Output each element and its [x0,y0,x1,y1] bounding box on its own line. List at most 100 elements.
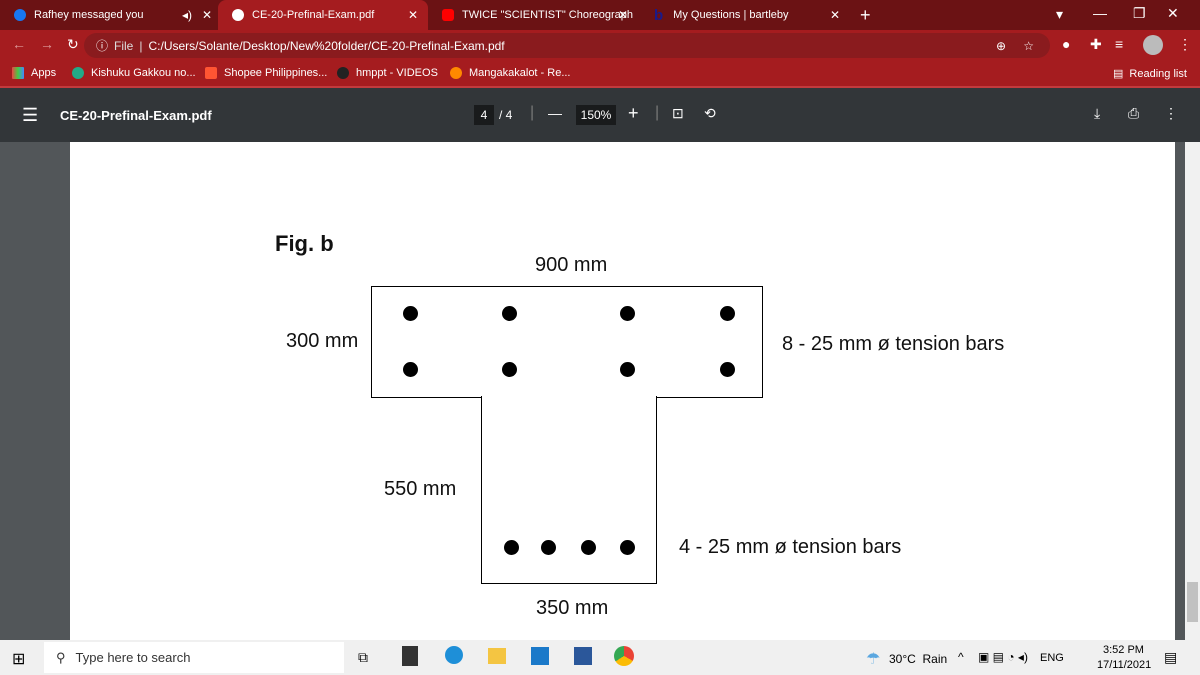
fit-page-icon[interactable]: ⊡ [672,105,684,122]
tab-pdf[interactable]: CE-20-Prefinal-Exam.pdf ✕ [218,0,428,30]
mail-icon[interactable] [531,647,549,665]
tab-youtube[interactable]: TWICE "SCIENTIST" Choreograph ✕ [428,0,638,30]
rebar-dot [403,362,418,377]
scrollbar-thumb[interactable] [1187,582,1198,622]
info-icon: ⓘ [96,39,109,53]
windows-start-icon[interactable]: ⊞ [12,649,25,669]
mangakakalot-icon [450,67,462,79]
url-text: C:/Users/Solante/Desktop/New%20folder/CE… [148,38,505,53]
bottom-bars-label: 4 - 25 mm ø tension bars [679,536,902,558]
new-tab-button[interactable]: + [860,5,871,26]
tab-facebook[interactable]: Rafhey messaged you ◂) ✕ [0,0,222,30]
bookmark-label: Apps [31,67,57,79]
bookmark-label: hmppt - VIDEOS [356,67,438,79]
notifications-icon[interactable]: ▤ [1164,649,1177,666]
close-icon[interactable]: ✕ [408,8,418,22]
reading-list-button[interactable]: ▤ Reading list [1113,67,1187,81]
restore-button[interactable]: ❐ [1133,5,1146,22]
print-icon[interactable]: ⎙ [1128,105,1139,122]
flange-depth-label: 300 mm [286,330,359,352]
reading-list-label: Reading list [1129,67,1187,80]
avatar[interactable] [1143,35,1163,55]
tab-search-icon[interactable]: ▾ [1056,6,1063,23]
puzzle-icon[interactable]: ✚ [1090,36,1102,53]
bookmark-shopee[interactable]: Shopee Philippines... [205,67,327,79]
tv-icon [72,67,84,79]
pdf-title: CE-20-Prefinal-Exam.pdf [60,108,212,123]
taskbar: ⊞ ⚲ Type here to search ⧉ ☂ 30°C Rain ^ ▣… [0,640,1200,675]
rebar-dot [504,540,519,555]
word-icon[interactable] [574,647,592,665]
rebar-dot [720,362,735,377]
language-indicator[interactable]: ENG [1040,652,1064,664]
figure-title: Fig. b [275,231,334,256]
hamburger-menu-icon[interactable]: ☰ [22,105,38,126]
zoom-out-button[interactable]: — [548,105,562,121]
zoom-level-input[interactable]: 150% [576,105,616,125]
scrollbar[interactable] [1185,142,1200,640]
zoom-in-button[interactable]: + [628,103,639,124]
rebar-dot [502,362,517,377]
rebar-dot [502,306,517,321]
close-window-button[interactable]: ✕ [1167,5,1179,22]
rebar-dot [541,540,556,555]
bookmark-mangakakalot[interactable]: Mangakakalot - Re... [450,67,571,79]
task-view-icon[interactable]: ⧉ [358,649,368,666]
clock-date[interactable]: 17/11/2021 [1097,659,1151,671]
tab-label: TWICE "SCIENTIST" Choreograph [462,9,634,21]
divider: | [655,104,660,121]
search-icon: ⚲ [56,649,66,665]
store-icon[interactable] [402,646,418,666]
rotate-icon[interactable]: ⟲ [704,105,716,122]
rebar-dot [620,362,635,377]
tray-icons[interactable]: ▣ ▤ ◔ ◂) [978,650,1028,664]
tray-chevron-icon[interactable]: ^ [958,650,964,664]
bookmark-hmppt[interactable]: hmppt - VIDEOS [337,67,438,79]
clock-time[interactable]: 3:52 PM [1103,644,1144,656]
bookmark-apps[interactable]: Apps [12,67,56,79]
top-bars-label: 8 - 25 mm ø tension bars [782,333,1005,355]
flange-outline [371,286,763,398]
close-icon[interactable]: ✕ [830,8,840,22]
tab-strip: Rafhey messaged you ◂) ✕ CE-20-Prefinal-Ex… [0,0,1200,30]
globe-icon [232,9,244,21]
bookmark-label: Mangakakalot - Re... [469,67,571,79]
back-button[interactable]: ← [12,36,26,52]
facebook-icon [14,9,26,21]
star-icon[interactable]: ☆ [1023,39,1034,53]
url-input[interactable]: ⓘ File | C:/Users/Solante/Desktop/New%20… [84,33,1050,58]
address-bar-row: ← → ↻ ⓘ File | C:/Users/Solante/Desktop/… [0,30,1200,61]
tab-bartleby[interactable]: b My Questions | bartleby ✕ [640,0,850,30]
page-number-input[interactable]: 4 [474,105,494,125]
page-total: / 4 [499,108,513,122]
zoom-icon[interactable]: ⊕ [996,39,1006,53]
media-icon[interactable]: ≡ [1115,36,1123,52]
speaker-icon[interactable]: ◂) [182,8,192,22]
url-prefix: File [114,38,134,53]
bookmark-kishuku[interactable]: Kishuku Gakkou no... [72,67,196,79]
reading-list-icon: ▤ [1113,68,1124,80]
menu-icon[interactable]: ⋮ [1178,36,1192,53]
reload-button[interactable]: ↻ [67,36,79,53]
edge-icon[interactable] [445,646,463,664]
file-explorer-icon[interactable] [488,648,506,664]
tab-label: My Questions | bartleby [673,9,789,21]
rebar-dot [620,306,635,321]
close-icon[interactable]: ✕ [618,8,628,22]
rebar-dot [620,540,635,555]
taskbar-search-input[interactable]: ⚲ Type here to search [44,642,344,673]
web-outline [481,396,657,584]
extension-icon[interactable]: ● [1062,36,1070,52]
divider: | [530,104,535,121]
chrome-icon[interactable] [614,646,634,666]
weather-icon: ☂ [866,651,881,668]
divider: | [139,38,143,53]
apps-icon [12,67,24,79]
close-icon[interactable]: ✕ [202,8,212,22]
flange-width-label: 900 mm [535,254,608,276]
forward-button[interactable]: → [40,36,54,52]
weather-text[interactable]: 30°C Rain [889,652,947,666]
more-options-icon[interactable]: ⋮ [1164,105,1178,122]
download-icon[interactable]: ⤓ [1094,105,1100,122]
minimize-button[interactable]: — [1093,5,1107,21]
